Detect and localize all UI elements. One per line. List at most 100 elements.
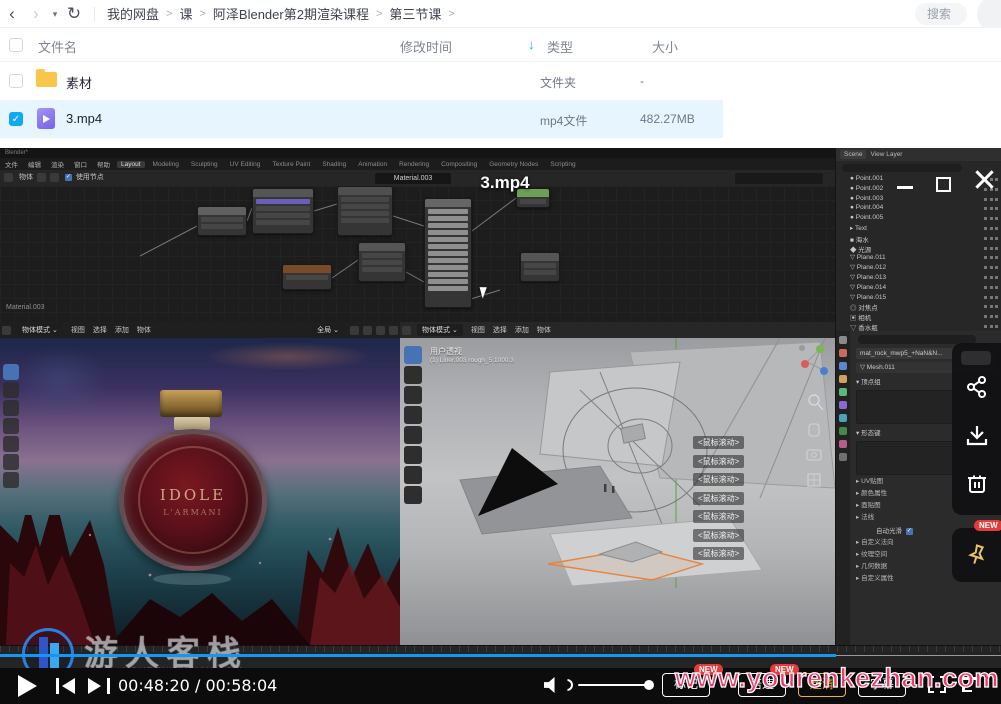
- transform-tool-icon: [404, 446, 422, 464]
- refresh-icon[interactable]: ↻: [62, 1, 86, 27]
- web-fullscreen-icon[interactable]: [962, 677, 980, 692]
- select-all-checkbox[interactable]: [9, 38, 23, 52]
- volume-icon[interactable]: [544, 677, 561, 693]
- annotate-tool-icon: [404, 466, 422, 484]
- table-row-video[interactable]: ✓ 3.mp4 mp4文件 482.27MB: [0, 100, 723, 138]
- file-table: 文件名 修改时间 ↓ 类型 大小 素材 文件夹 - ✓ 3.mp4 mp4文件 …: [0, 28, 1001, 148]
- proportional-icon: [363, 326, 372, 335]
- use-nodes-checkbox: ✓: [65, 174, 72, 181]
- history-dropdown-icon[interactable]: ▾: [48, 1, 62, 27]
- slot-icon: [50, 173, 59, 182]
- browser-toolbar: ‹ › ▾ ↻ 我的网盘 > 课 > 阿泽Blender第2期渲染课程 > 第三…: [0, 0, 1001, 28]
- volume-knob[interactable]: [644, 680, 654, 690]
- sort-desc-icon[interactable]: ↓: [528, 37, 535, 52]
- blender-menu-item: 渲染: [51, 159, 64, 169]
- workspace-tab: Rendering: [395, 161, 433, 168]
- outliner-item: ▣ 相机: [836, 312, 1001, 322]
- quality-button[interactable]: 超清: [798, 673, 846, 697]
- column-header-size[interactable]: 大小: [652, 37, 678, 56]
- select-tool-icon: [404, 346, 422, 364]
- volume-slider[interactable]: [578, 684, 650, 686]
- shader-node: [282, 264, 332, 290]
- workspace-tab: Modeling: [149, 161, 183, 168]
- transform-tool-icon: [3, 454, 19, 470]
- row-checkbox-checked[interactable]: ✓: [9, 112, 23, 126]
- scale-tool-icon: [3, 436, 19, 452]
- visibility-icons: [984, 286, 998, 289]
- file-size: 482.27MB: [640, 112, 695, 126]
- navigation-gizmo: [797, 342, 831, 507]
- editor-type-icon: [402, 326, 411, 335]
- breadcrumb-item[interactable]: 我的网盘: [107, 4, 159, 23]
- node-editor-material-label: Material.003: [6, 304, 45, 311]
- breadcrumb-item[interactable]: 课: [179, 4, 192, 23]
- rotate-tool-icon: [404, 406, 422, 424]
- progress-bar[interactable]: [0, 654, 1001, 657]
- volume-wave-icon: [563, 679, 573, 691]
- breadcrumb-separator-icon: >: [448, 8, 454, 20]
- fullscreen-icon[interactable]: [928, 676, 946, 693]
- minimize-button[interactable]: [897, 186, 913, 189]
- scale-tool-icon: [404, 426, 422, 444]
- auto-smooth-checkbox: ✓: [906, 528, 913, 535]
- share-icon[interactable]: [965, 375, 989, 399]
- next-button[interactable]: [88, 678, 110, 694]
- screencast-key-label: <鼠标滚动>: [693, 492, 744, 505]
- viewport-wireframe: 物体模式 ⌄ 视图选择添加物体 用户透视 (1) Liner.003 rough…: [400, 322, 835, 645]
- file-size: -: [640, 74, 644, 88]
- shader-object-label: 物体: [19, 174, 33, 181]
- viewport-menu-item: 物体: [137, 325, 151, 335]
- move-tool-icon: [3, 400, 19, 416]
- speed-button[interactable]: 倍速: [738, 673, 786, 697]
- visibility-icons: [984, 266, 998, 269]
- node-wires: [0, 186, 835, 322]
- forward-icon[interactable]: ›: [24, 1, 48, 27]
- visibility-icons: [984, 227, 998, 230]
- visibility-icons: [984, 207, 998, 210]
- delete-icon[interactable]: [965, 471, 989, 495]
- snap-icon: [350, 326, 359, 335]
- play-button[interactable]: [18, 675, 37, 697]
- download-icon[interactable]: [965, 423, 989, 447]
- render-scene: IDOLE L'ARMANI: [0, 338, 400, 645]
- outliner-item: ▽ Plane.014: [836, 283, 1001, 293]
- visibility-icons: [984, 325, 998, 328]
- visibility-icons: [984, 305, 998, 308]
- mode-dropdown: 物体模式 ⌄: [17, 324, 63, 336]
- viewport-menu-item: 选择: [93, 325, 107, 335]
- video-file-icon: [37, 108, 55, 129]
- breadcrumb-separator-icon: >: [166, 8, 172, 20]
- column-header-type[interactable]: 类型: [547, 37, 573, 56]
- cursor-tool-icon: [3, 382, 19, 398]
- pin-icon[interactable]: [965, 543, 989, 567]
- table-header: 文件名 修改时间 ↓ 类型 大小: [0, 28, 1001, 62]
- file-name[interactable]: 素材: [66, 73, 92, 92]
- subtitle-button[interactable]: 字幕: [858, 673, 906, 697]
- blender-menu-item: 编辑: [28, 159, 41, 169]
- mark-button[interactable]: 标记: [662, 673, 710, 697]
- table-row-folder[interactable]: 素材 文件夹 -: [0, 62, 723, 100]
- viewport-info-text: 用户透视 (1) Liner.003 rough_5 1000.3: [430, 346, 514, 364]
- screencast-key-label: <鼠标滚动>: [693, 547, 744, 560]
- previous-button[interactable]: [56, 678, 78, 694]
- shader-node: [337, 186, 393, 236]
- breadcrumb-item[interactable]: 第三节课: [389, 4, 441, 23]
- close-button[interactable]: [971, 166, 997, 192]
- column-header-name[interactable]: 文件名: [38, 37, 77, 56]
- blender-menu-item: 帮助: [97, 159, 110, 169]
- file-name[interactable]: 3.mp4: [66, 111, 102, 126]
- blender-menu-item: 窗口: [74, 159, 87, 169]
- viewport-menu-item: 视图: [71, 325, 85, 335]
- back-icon[interactable]: ‹: [0, 1, 24, 27]
- breadcrumb-item[interactable]: 阿泽Blender第2期渲染课程: [213, 4, 369, 23]
- column-header-time[interactable]: 修改时间: [400, 37, 452, 56]
- maximize-button[interactable]: [936, 177, 951, 192]
- screencast-key-label: <鼠标滚动>: [693, 436, 744, 449]
- blender-menu-item: 文件: [5, 159, 18, 169]
- new-badge: NEW: [974, 520, 1001, 531]
- workspace-tab: Compositing: [437, 161, 481, 168]
- outliner-item: ◎ 对焦点: [836, 302, 1001, 312]
- shader-node: [197, 206, 247, 236]
- row-checkbox[interactable]: [9, 74, 23, 88]
- search-input[interactable]: 搜索: [915, 3, 967, 25]
